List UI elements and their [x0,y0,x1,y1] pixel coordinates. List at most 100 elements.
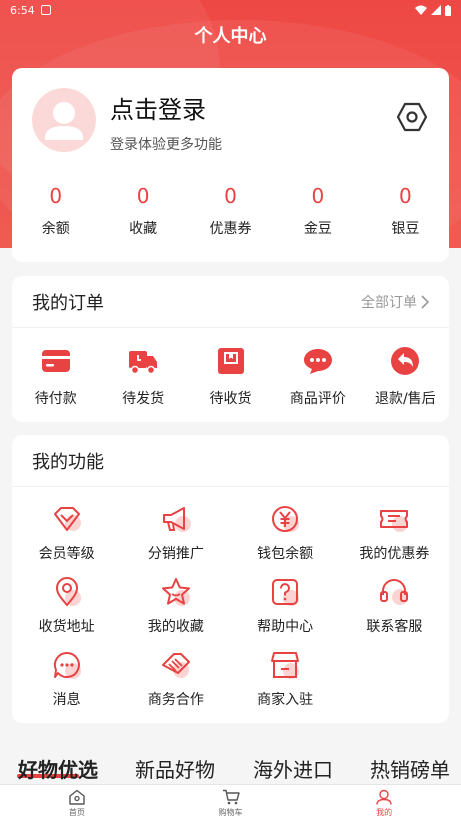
tab-overseas-imports[interactable]: 海外进口 [253,754,333,783]
chat-icon [303,349,332,374]
stat-silver-beans[interactable]: 0 银豆 [362,184,449,238]
func-item-label: 帮助中心 [257,619,314,635]
func-item-label: 会员等级 [38,546,95,562]
battery-icon [445,4,451,16]
order-item-label: 待付款 [34,391,77,407]
location-icon [55,577,81,607]
all-orders-link[interactable]: 全部订单 [361,292,429,312]
home-icon [69,789,85,805]
func-messages[interactable]: 消息 [12,649,121,712]
notification-icon [40,5,51,15]
func-merchant-entry[interactable]: 商家入驻 [231,649,340,712]
box-icon [217,348,244,374]
func-item-label: 我的收藏 [147,619,204,635]
return-icon [391,347,420,375]
func-shipping-address[interactable]: 收货地址 [12,576,121,639]
truck-icon [129,351,158,375]
order-refund[interactable]: 退款/售后 [362,346,449,408]
tabbar-home[interactable]: 首页 [0,785,154,821]
tab-best-sellers[interactable]: 热销磅单 [370,754,450,783]
yuan-icon [272,506,300,532]
func-item-label: 联系客服 [366,619,423,635]
cart-icon [222,789,240,805]
category-tabs: 好物优选 新品好物 海外进口 热销磅单 [0,754,461,784]
tab-new-products[interactable]: 新品好物 [135,754,215,783]
login-title[interactable]: 点击登录 [110,90,206,125]
order-status-row: 待付款 待发货 待收货 商品评价 退款/售后 [12,328,449,408]
stat-value: 0 [49,184,63,208]
megaphone-icon [162,507,191,532]
status-time: 6:54 [10,3,35,17]
avatar-user-icon [45,102,83,140]
store-icon [271,652,300,679]
orders-title: 我的订单 [32,292,104,314]
func-wallet-balance[interactable]: 钱包余额 [231,503,340,566]
functions-grid: 会员等级 分销推广 钱包余额 我的优惠券 收货地址 我的收藏 帮助中心 联系客服… [12,487,449,712]
coupon-icon [380,510,409,532]
func-distribution[interactable]: 分销推广 [121,503,230,566]
stat-balance[interactable]: 0 余额 [12,184,99,238]
all-orders-label: 全部订单 [361,294,417,311]
func-business-cooperation[interactable]: 商务合作 [121,649,230,712]
order-review[interactable]: 商品评价 [274,346,361,408]
stats-row: 0 余额 0 收藏 0 优惠券 0 金豆 0 银豆 [12,184,449,238]
stat-label: 优惠券 [209,221,252,237]
order-item-label: 退款/售后 [374,391,436,407]
stat-value: 0 [136,184,150,208]
order-item-label: 待收货 [209,391,252,407]
card-icon [41,350,70,372]
func-membership-level[interactable]: 会员等级 [12,503,121,566]
status-bar: 6:54 [0,0,461,20]
order-pending-shipment[interactable]: 待发货 [99,346,186,408]
wifi-icon [415,5,427,15]
chevron-right-icon [421,294,429,309]
stat-label: 银豆 [391,221,420,237]
handshake-icon [161,653,190,678]
stat-favorites[interactable]: 0 收藏 [99,184,186,238]
order-pending-receipt[interactable]: 待收货 [187,346,274,408]
functions-title: 我的功能 [32,451,104,473]
func-item-label: 收货地址 [38,619,95,635]
func-item-label: 分销推广 [147,546,204,562]
functions-header: 我的功能 [12,435,449,487]
stat-gold-beans[interactable]: 0 金豆 [274,184,361,238]
bottom-tab-bar: 首页 购物车 我的 [0,784,461,821]
settings-icon[interactable] [395,100,429,134]
func-item-label: 消息 [52,692,81,708]
diamond-icon [53,507,81,531]
order-item-label: 商品评价 [289,391,346,407]
func-item-label: 商家入驻 [257,692,314,708]
functions-card: 我的功能 会员等级 分销推广 钱包余额 我的优惠券 收货地址 我的收藏 帮助中心… [12,435,449,723]
tab-good-picks[interactable]: 好物优选 [18,754,98,783]
help-icon [272,579,300,606]
tabbar-label: 首页 [68,808,85,817]
tabbar-label: 购物车 [218,808,243,817]
func-my-coupons[interactable]: 我的优惠券 [340,503,449,566]
stat-label: 余额 [41,221,70,237]
headset-icon [380,579,409,605]
orders-header: 我的订单 全部订单 [12,276,449,328]
avatar[interactable] [32,88,96,152]
user-icon [376,789,392,805]
tabbar-me[interactable]: 我的 [307,785,461,821]
func-customer-service[interactable]: 联系客服 [340,576,449,639]
orders-card: 我的订单 全部订单 待付款 待发货 待收货 商品评价 退款/售后 [12,276,449,422]
signal-icon [431,5,441,15]
order-item-label: 待发货 [122,391,165,407]
stat-value: 0 [224,184,237,208]
stat-value: 0 [398,184,412,208]
tabbar-label: 我的 [376,808,393,817]
login-subtitle: 登录体验更多功能 [110,137,222,153]
func-help-center[interactable]: 帮助中心 [231,576,340,639]
stat-value: 0 [311,184,325,208]
order-pending-payment[interactable]: 待付款 [12,346,99,408]
message-icon [53,651,81,679]
stat-coupons[interactable]: 0 优惠券 [187,184,274,238]
func-item-label: 我的优惠券 [359,546,430,562]
stat-label: 收藏 [129,221,158,237]
func-my-favorites[interactable]: 我的收藏 [121,576,230,639]
stat-label: 金豆 [303,221,332,237]
func-item-label: 商务合作 [147,692,204,708]
tabbar-cart[interactable]: 购物车 [154,785,308,821]
profile-card: 点击登录 登录体验更多功能 0 余额 0 收藏 0 优惠券 0 金豆 0 银豆 [12,68,449,262]
